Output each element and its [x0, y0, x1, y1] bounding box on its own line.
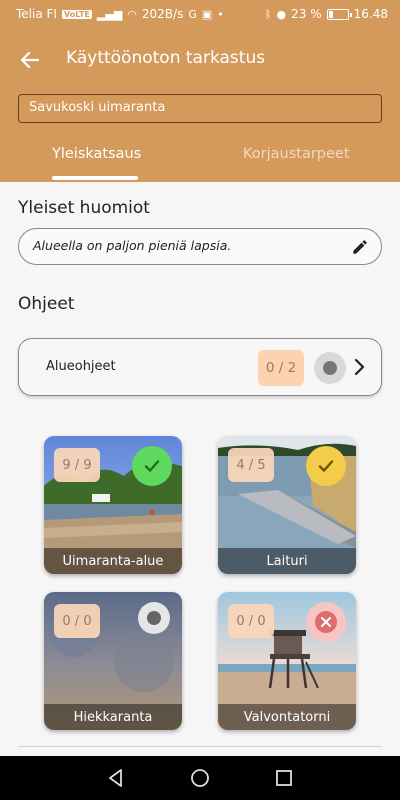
bluetooth-icon: ᛒ [264, 7, 272, 21]
battery-icon [326, 8, 352, 20]
toolbar: Käyttöönoton tarkastus [0, 40, 400, 80]
notification-dot-icon: • [217, 7, 224, 21]
chevron-right-icon [354, 358, 365, 376]
location-icon: ● [276, 7, 287, 21]
back-button[interactable] [14, 44, 46, 76]
nav-recents-icon[interactable] [272, 766, 296, 790]
check-circle-icon [132, 446, 172, 486]
arrow-left-icon [21, 52, 39, 68]
site-selector[interactable]: Savukoski uimaranta [18, 94, 382, 123]
close-circle-icon [306, 602, 346, 642]
unchecked-status-icon [138, 602, 170, 634]
google-icon: G [188, 7, 197, 21]
signal-icon: ▂▄▆ [96, 7, 123, 21]
nav-back-icon[interactable] [104, 766, 128, 790]
check-circle-icon [306, 446, 346, 486]
system-nav-bar [0, 756, 400, 800]
area-label: Laituri [218, 548, 356, 574]
area-label: Valvontatorni [218, 704, 356, 730]
carrier-label: Telia FI [16, 7, 57, 21]
general-notes-field[interactable]: Alueella on paljon pieniä lapsia. [18, 228, 382, 265]
area-tile-sandy-beach[interactable]: 0 / 0 Hiekkaranta [44, 592, 182, 730]
active-tab-indicator [52, 176, 138, 180]
area-count: 9 / 9 [54, 448, 100, 482]
area-tile-swimming-area[interactable]: 9 / 9 Uimaranta-alue [44, 436, 182, 574]
tab-bar: Yleiskatsaus Korjaustarpeet [0, 140, 400, 182]
volte-badge: VoLTE [61, 9, 92, 19]
battery-percent: 23 % [291, 7, 322, 21]
area-tile-pier[interactable]: 4 / 5 Laituri [218, 436, 356, 574]
clock: 16.48 [353, 7, 388, 21]
area-count: 4 / 5 [228, 448, 274, 482]
unchecked-status-icon [314, 352, 346, 384]
instructions-heading: Ohjeet [18, 294, 75, 314]
status-bar: Telia FI VoLTE ▂▄▆ ◠ 202B/s G ▣ • ᛒ ● 23… [0, 0, 400, 28]
tab-repair-needs[interactable]: Korjaustarpeet [243, 146, 350, 162]
area-count: 0 / 0 [54, 604, 100, 638]
area-instructions-card[interactable]: Alueohjeet 0 / 2 [18, 338, 382, 396]
area-label: Hiekkaranta [44, 704, 182, 730]
area-count: 0 / 0 [228, 604, 274, 638]
app-header: Telia FI VoLTE ▂▄▆ ◠ 202B/s G ▣ • ᛒ ● 23… [0, 0, 400, 182]
pencil-icon[interactable] [351, 238, 369, 256]
area-tile-lifeguard-tower[interactable]: 0 / 0 Valvontatorni [218, 592, 356, 730]
divider [18, 746, 382, 747]
tab-overview[interactable]: Yleiskatsaus [52, 146, 141, 162]
network-speed: 202B/s [141, 7, 184, 21]
area-label: Uimaranta-alue [44, 548, 182, 574]
nav-home-icon[interactable] [188, 766, 212, 790]
page-title: Käyttöönoton tarkastus [66, 48, 266, 68]
general-notes-heading: Yleiset huomiot [18, 198, 150, 218]
area-instructions-count: 0 / 2 [258, 350, 304, 386]
general-notes-text: Alueella on paljon pieniä lapsia. [33, 238, 232, 253]
teams-icon: ▣ [201, 7, 213, 21]
battery-fill [328, 10, 334, 18]
wifi-icon: ◠ [127, 7, 137, 21]
area-instructions-label: Alueohjeet [46, 359, 116, 374]
